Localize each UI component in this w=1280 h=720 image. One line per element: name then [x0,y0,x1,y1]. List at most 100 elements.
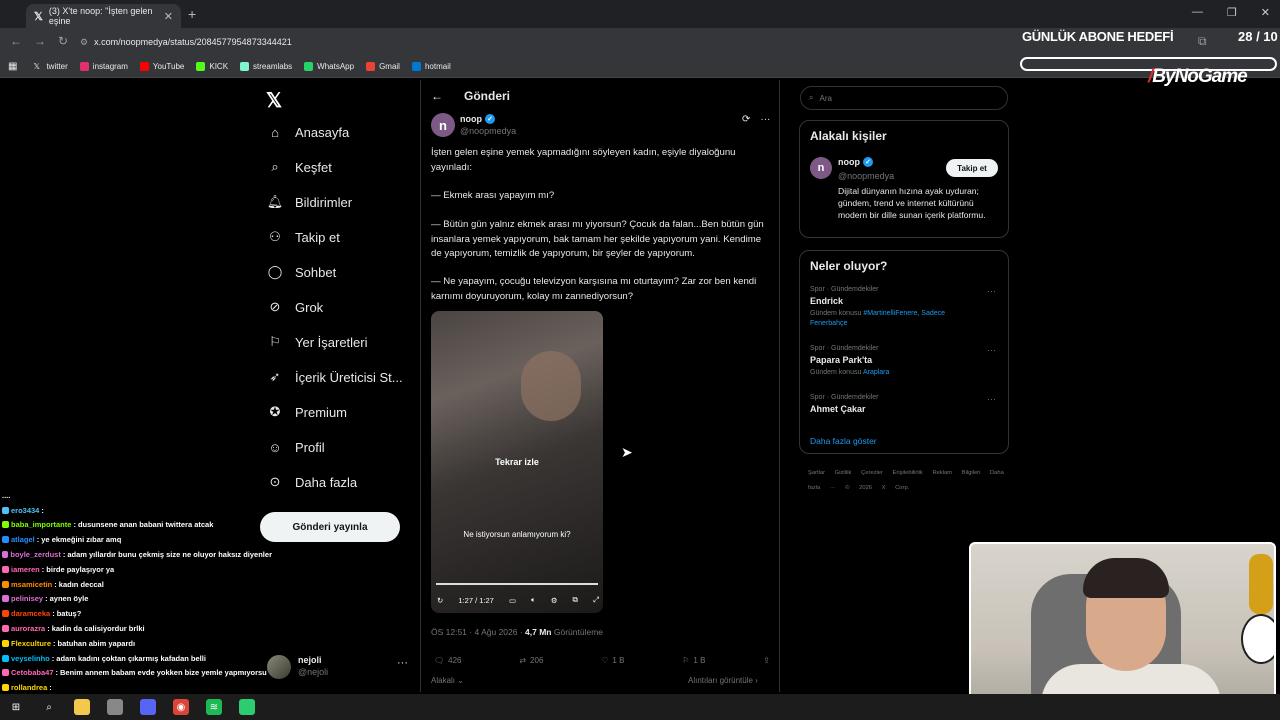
chat-text: adam kadını çoktan çıkarmış kafadan bell… [56,653,206,663]
avatar[interactable]: n [810,157,832,179]
bookmark-gmail[interactable]: Gmail [366,62,400,71]
search-icon[interactable]: ⌕ [41,699,57,715]
view-quotes-link[interactable]: Alıntıları görüntüle › [688,676,758,685]
app-icon[interactable] [107,699,123,715]
tweet-video-player[interactable]: Tekrar izle Ne istiyorsun anlamıyorum ki… [431,311,603,613]
replay-icon[interactable]: ↻ [437,596,443,605]
nav-item-6[interactable]: ⊘ Grok [267,299,324,315]
like-button[interactable]: ♡ 1 B [601,656,624,665]
nav-item-9[interactable]: ✪ Premium [267,404,347,420]
chat-username[interactable]: boyle_zerdust [10,550,60,559]
page-title: Gönderi [464,89,511,103]
more-icon[interactable]: ··· [760,114,770,125]
bookmark-whatsapp[interactable]: WhatsApp [304,62,354,71]
extensions-icon[interactable]: ⧉ [1198,34,1207,49]
captions-icon[interactable]: ▭ [509,596,516,605]
reply-button[interactable]: 🗨︎ 426 [434,656,462,665]
person-name[interactable]: noop ✓ [838,157,873,167]
trend-item[interactable]: Spor · Gündemdekiler Papara Park'ta Günd… [810,345,1000,378]
tweet-author-handle[interactable]: @noopmedya [460,126,516,136]
more-icon[interactable]: ··· [397,657,408,669]
chat-username[interactable]: veyselinho [11,654,50,663]
bookmark-hotmail[interactable]: hotmail [411,62,451,71]
forward-icon[interactable]: → [34,34,46,48]
chat-username[interactable]: pelinisey [11,594,43,603]
chat-username[interactable]: Flexculture [11,639,51,648]
show-more-link[interactable]: Daha fazla göster [810,436,877,446]
account-switcher[interactable]: nejoli @nejoli ··· [267,653,417,683]
reload-icon[interactable]: ↻ [58,34,68,48]
bookmark-twitter[interactable]: 𝕏twitter [33,62,67,71]
address-bar[interactable]: ⚙ x.com/noopmedya/status/208457795487334… [80,33,1000,51]
trend-item[interactable]: Spor · Gündemdekiler Endrick Gündem konu… [810,286,1000,329]
nav-item-8[interactable]: ➶ İçerik Üreticisi St... [267,369,403,385]
chat-username[interactable]: daramceka [11,609,50,618]
search-input[interactable]: ⌕ Ara [800,86,1008,110]
new-tab-button[interactable]: + [188,6,196,22]
whatsapp-icon [304,62,314,71]
nav-item-5[interactable]: ◯ Sohbet [267,264,336,280]
follow-button[interactable]: Takip et [946,159,998,177]
x-logo-icon[interactable]: 𝕏 [266,88,282,113]
bookmark-streamlabs[interactable]: streamlabs [240,62,292,71]
chat-username[interactable]: rollandrea [11,683,47,692]
apps-grid-icon[interactable]: ▦ [8,61,17,72]
chat-username[interactable]: aurorazra [11,624,45,633]
browser-tab-active[interactable]: 𝕏 (3) X'te noop: "İşten gelen eşine ✕ [26,4,181,28]
close-window-icon[interactable]: ✕ [1261,6,1270,19]
volume-icon[interactable]: 🔈︎ [531,595,536,605]
app-green-icon[interactable] [239,699,255,715]
video-progress-bar[interactable] [436,583,598,585]
nav-item-7[interactable]: ⚐ Yer İşaretleri [267,334,367,350]
chat-username[interactable]: baba_importante [11,520,71,529]
bookmark-button[interactable]: ⚐ 1 B [682,656,705,665]
video-time: 1:27 / 1:27 [458,595,494,605]
tweet-avatar[interactable]: n [431,113,455,137]
replay-button[interactable]: Tekrar izle [431,457,603,467]
bookmark-kick[interactable]: KICK [196,62,228,71]
minimize-icon[interactable]: — [1192,6,1203,19]
tweet-author-name[interactable]: noop ✓ [460,114,495,124]
pip-icon[interactable]: ⧉ [573,595,578,605]
chat-separator: : [49,683,52,693]
trend-item[interactable]: Spor · Gündemdekiler Ahmet Çakar ··· [810,394,1000,414]
post-button[interactable]: Gönderi yayınla [260,512,400,542]
nav-item-4[interactable]: ⚇ Takip et [267,229,340,245]
more-icon[interactable]: ··· [987,286,996,296]
chat-separator: : [55,668,59,678]
chat-message: Cetobaba47 : Benim annem babam evde yokk… [2,666,272,681]
chat-username[interactable]: msamicetin [11,580,52,589]
more-icon[interactable]: ··· [987,394,996,404]
repost-button[interactable]: ⇄ 206 [519,656,543,665]
chrome-icon[interactable]: ◉ [173,699,189,715]
close-icon[interactable]: ✕ [164,10,173,23]
maximize-icon[interactable]: ❐ [1227,6,1237,19]
nav-item-1[interactable]: ⌂ Anasayfa [267,124,349,140]
footer-links[interactable]: Şartlar Gizlilik Çerezler Erişilebilirli… [808,466,1008,496]
back-arrow-icon[interactable]: ← [431,89,443,103]
settings-icon[interactable]: ⚙ [551,596,558,605]
browser-tab-bar: 𝕏 (3) X'te noop: "İşten gelen eşine ✕ + … [0,0,1280,28]
file-explorer-icon[interactable] [74,699,90,715]
chat-username[interactable]: atlagel [11,535,35,544]
discord-icon[interactable] [140,699,156,715]
replies-sort-dropdown[interactable]: Alakalı ⌄ [431,676,464,685]
chat-username[interactable]: Cetobaba47 [11,668,54,677]
nav-item-11[interactable]: ⊙ Daha fazla [267,474,358,490]
chat-username[interactable]: iameren [11,565,40,574]
chat-username[interactable]: ero3434 [11,506,39,515]
back-icon[interactable]: ← [10,34,22,48]
site-info-icon[interactable]: ⚙ [80,37,88,48]
grok-explain-icon[interactable]: ⟳ [742,114,750,125]
nav-item-10[interactable]: ☺ Profil [267,439,324,455]
chat-message: aurorazra : kadin da calisiyordur brlki [2,621,272,636]
nav-item-2[interactable]: ⌕ Keşfet [267,159,332,175]
spotify-icon[interactable]: ≋ [206,699,222,715]
more-icon[interactable]: ··· [987,345,996,355]
bookmark-youtube[interactable]: YouTube [139,62,184,71]
nav-item-3[interactable]: 🔔︎ Bildirimler [267,194,352,210]
windows-icon[interactable]: ⊞ [8,699,24,715]
fullscreen-icon[interactable]: ⤢ [593,595,599,605]
share-button[interactable]: ⇪ [763,656,770,665]
bookmark-instagram[interactable]: instagram [79,62,128,71]
